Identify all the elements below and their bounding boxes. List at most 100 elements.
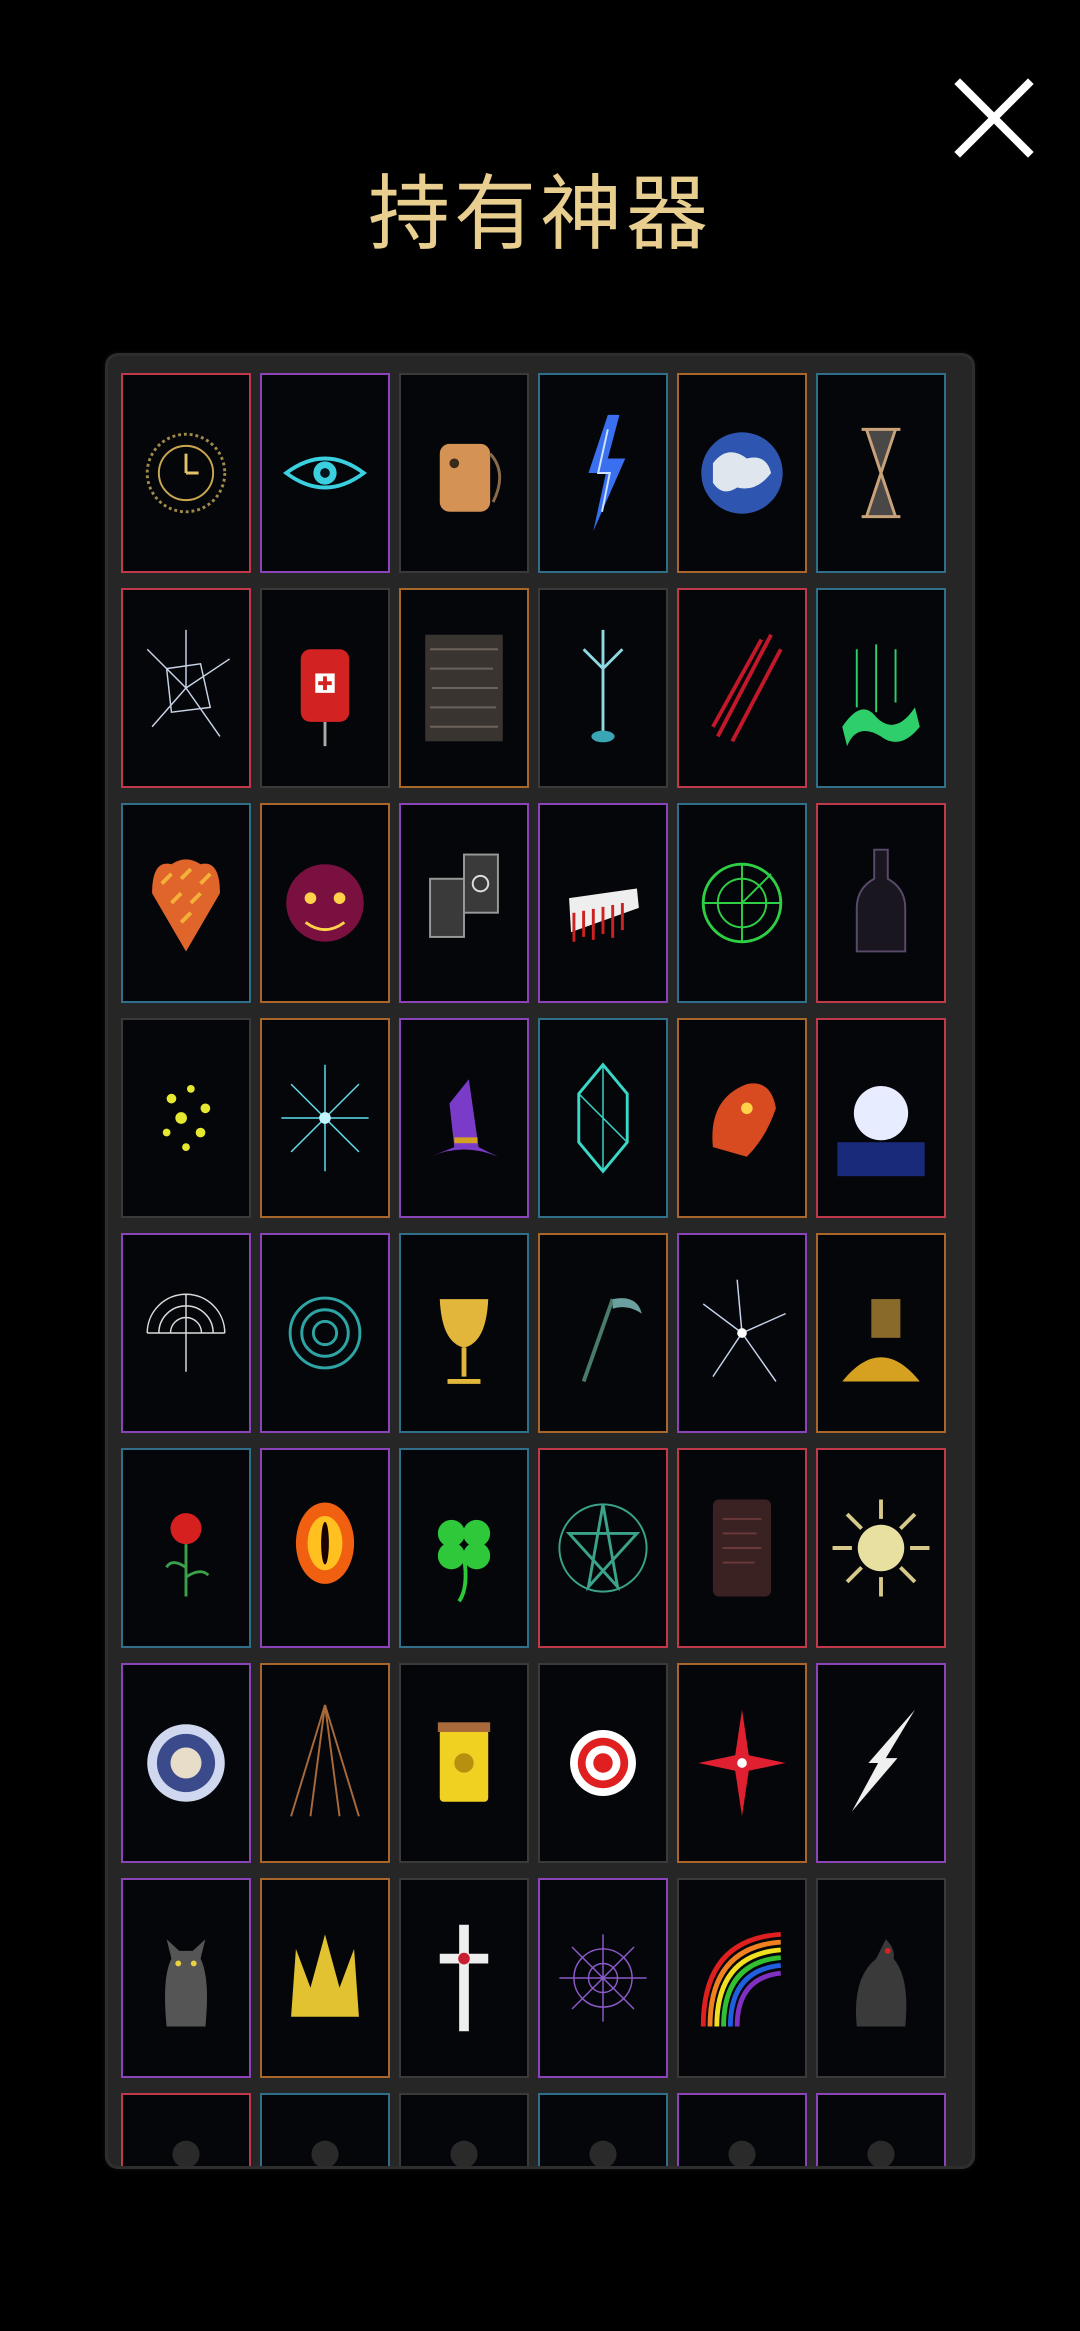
artifact-card[interactable] bbox=[399, 373, 529, 573]
artifact-card[interactable] bbox=[260, 1878, 390, 2078]
teal-vortex-icon bbox=[288, 1296, 362, 1370]
artifact-card[interactable] bbox=[121, 803, 251, 1003]
artifact-card[interactable] bbox=[399, 803, 529, 1003]
artifact-card[interactable] bbox=[816, 1233, 946, 1433]
dragon-head-icon bbox=[712, 1083, 776, 1157]
artifact-card[interactable] bbox=[816, 803, 946, 1003]
witch-hat-icon bbox=[430, 1079, 498, 1157]
partial-artifact-icon bbox=[311, 2140, 339, 2166]
artifact-card[interactable] bbox=[260, 1448, 390, 1648]
artifact-card[interactable] bbox=[816, 1018, 946, 1218]
artifact-card[interactable] bbox=[538, 373, 668, 573]
close-icon bbox=[954, 78, 1034, 158]
artifact-card[interactable] bbox=[677, 1878, 807, 2078]
pentagram-icon bbox=[558, 1503, 648, 1593]
golden-crown-icon bbox=[291, 1934, 359, 2017]
hourglass-icon bbox=[861, 427, 901, 519]
artifact-card[interactable] bbox=[538, 1878, 668, 2078]
artifact-card[interactable] bbox=[121, 1878, 251, 2078]
artifact-card[interactable] bbox=[260, 1663, 390, 1863]
artifact-card[interactable] bbox=[260, 1233, 390, 1433]
scythe-icon bbox=[581, 1298, 642, 1383]
artifact-card[interactable] bbox=[399, 1448, 529, 1648]
green-radar-icon bbox=[701, 862, 783, 944]
artifact-card[interactable] bbox=[677, 2093, 807, 2166]
fire-scales-icon bbox=[152, 859, 220, 952]
shattered-star-icon bbox=[702, 1279, 786, 1382]
artifact-card[interactable] bbox=[677, 1233, 807, 1433]
bullseye-target-icon bbox=[570, 1730, 636, 1796]
artifact-card[interactable] bbox=[816, 2093, 946, 2166]
partial-artifact-icon bbox=[589, 2140, 617, 2166]
artifact-card[interactable] bbox=[816, 1878, 946, 2078]
artifact-card[interactable] bbox=[677, 1663, 807, 1863]
stone-tablet-icon bbox=[712, 1499, 772, 1597]
holy-cross-icon bbox=[439, 1924, 489, 2032]
artifact-card[interactable] bbox=[121, 1233, 251, 1433]
artifact-card[interactable] bbox=[260, 373, 390, 573]
cat-backpack-icon bbox=[439, 443, 502, 512]
close-button[interactable] bbox=[952, 76, 1036, 160]
artifact-card[interactable] bbox=[399, 2093, 529, 2166]
artifact-card[interactable] bbox=[121, 2093, 251, 2166]
artifact-card[interactable] bbox=[816, 373, 946, 573]
artifact-card[interactable] bbox=[121, 588, 251, 788]
aurora-icon bbox=[842, 644, 920, 747]
raven-icon bbox=[855, 1939, 907, 2027]
artifact-card[interactable] bbox=[538, 588, 668, 788]
partial-artifact-icon bbox=[450, 2140, 478, 2166]
medallion-face-icon bbox=[147, 1724, 225, 1802]
artifact-card[interactable] bbox=[260, 1018, 390, 1218]
black-cat-icon bbox=[165, 1939, 207, 2027]
red-rose-icon bbox=[165, 1513, 210, 1597]
artifact-card[interactable] bbox=[399, 1878, 529, 2078]
artifact-card[interactable] bbox=[538, 1018, 668, 1218]
artifact-card[interactable] bbox=[399, 1233, 529, 1433]
artifact-panel[interactable] bbox=[108, 356, 972, 2166]
artifact-card[interactable] bbox=[538, 1448, 668, 1648]
tarot-cards-icon bbox=[429, 853, 499, 938]
artifact-card[interactable] bbox=[121, 1448, 251, 1648]
tower-spire-icon bbox=[290, 1704, 360, 1817]
artifact-card[interactable] bbox=[121, 1018, 251, 1218]
cracked-glass-icon bbox=[146, 629, 231, 737]
cyan-eye-icon bbox=[282, 456, 368, 490]
spiral-web-icon bbox=[146, 1293, 226, 1372]
page-title: 持有神器 bbox=[367, 167, 712, 262]
artifact-card[interactable] bbox=[677, 373, 807, 573]
artifact-card[interactable] bbox=[538, 1233, 668, 1433]
static-noise-icon bbox=[425, 634, 503, 742]
artifact-card[interactable] bbox=[538, 803, 668, 1003]
gold-hoard-icon bbox=[842, 1299, 920, 1382]
artifact-card[interactable] bbox=[399, 1663, 529, 1863]
artifact-card[interactable] bbox=[538, 2093, 668, 2166]
artifact-card[interactable] bbox=[538, 1663, 668, 1863]
artifact-card[interactable] bbox=[260, 588, 390, 788]
red-compass-star-icon bbox=[698, 1709, 786, 1817]
artifact-card[interactable] bbox=[260, 2093, 390, 2166]
crystal-gem-icon bbox=[577, 1062, 629, 1174]
artifact-card[interactable] bbox=[816, 1448, 946, 1648]
white-lightning-icon bbox=[851, 1709, 915, 1812]
sun-face-icon bbox=[832, 1499, 930, 1597]
radio-tower-icon bbox=[582, 629, 624, 743]
golden-chalice-icon bbox=[439, 1299, 489, 1384]
artifact-card[interactable] bbox=[399, 588, 529, 788]
artifact-card[interactable] bbox=[816, 588, 946, 788]
artifact-card[interactable] bbox=[816, 1663, 946, 1863]
artifact-card[interactable] bbox=[121, 1663, 251, 1863]
amber-jar-icon bbox=[437, 1722, 491, 1802]
artifact-card[interactable] bbox=[260, 803, 390, 1003]
jester-mask-icon bbox=[286, 864, 364, 942]
artifact-card[interactable] bbox=[677, 1448, 807, 1648]
artifact-card[interactable] bbox=[399, 1018, 529, 1218]
artifact-card[interactable] bbox=[677, 803, 807, 1003]
artifact-card[interactable] bbox=[677, 1018, 807, 1218]
golden-clock-icon bbox=[145, 432, 227, 514]
artifact-card[interactable] bbox=[121, 373, 251, 573]
blue-lightning-icon bbox=[588, 414, 626, 532]
artifact-card[interactable] bbox=[677, 588, 807, 788]
partial-artifact-icon bbox=[728, 2140, 756, 2166]
full-moon-icon bbox=[837, 1086, 925, 1177]
cyan-starburst-icon bbox=[281, 1064, 369, 1172]
